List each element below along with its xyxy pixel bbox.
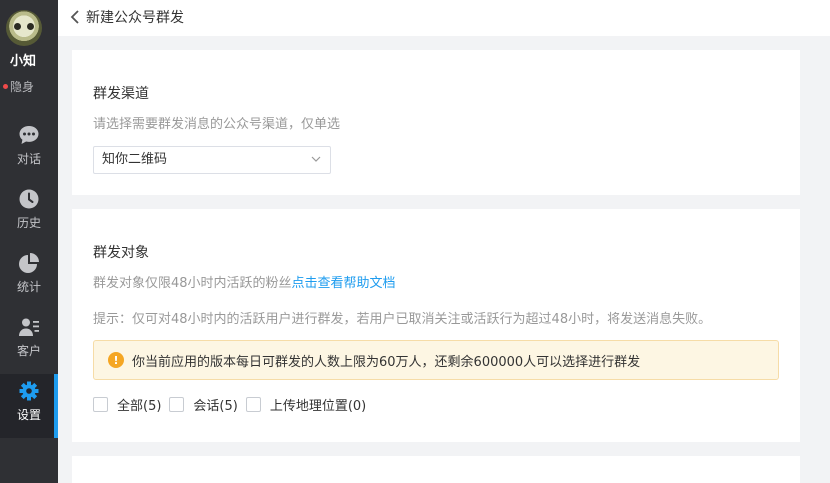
option-session[interactable]: 会话(5) [169,395,238,414]
option-session-label: 会话(5) [193,399,238,414]
option-location[interactable]: 上传地理位置(0) [245,395,367,414]
nav-label-settings: 设置 [16,408,41,422]
nav-label-stats: 统计 [16,280,41,294]
user-status[interactable]: 隐身 [3,78,34,95]
user-list-icon [19,318,39,336]
checkbox-all[interactable] [93,397,108,412]
sidebar: 小知 隐身 对话 历史 统计 客户 设置 [0,0,58,483]
target-tip: 提示：仅可对48小时内的活跃用户进行群发，若用户已取消关注或活跃行为超过48小时… [93,312,712,327]
username: 小知 [9,54,36,69]
nav-label-customers: 客户 [16,344,41,358]
warning-icon: ! [108,352,124,368]
nav-item-history[interactable]: 历史 [0,182,58,246]
quota-notice: ! 你当前应用的版本每日可群发的人数上限为60万人，还剩余600000人可以选择… [93,340,779,380]
avatar[interactable] [6,10,42,46]
target-title: 群发对象 [93,245,149,261]
back-button[interactable]: 新建公众号群发 [70,7,184,27]
checkbox-location[interactable] [245,397,261,412]
top-bar: 新建公众号群发 [58,0,830,36]
target-hint-text: 群发对象仅限48小时内活跃的粉丝 [93,276,292,291]
status-dot-icon [3,84,8,89]
option-all[interactable]: 全部(5) [93,395,161,414]
help-doc-link[interactable]: 点击查看帮助文档 [292,276,396,291]
channel-card: 群发渠道 请选择需要群发消息的公众号渠道，仅单选 知你二维码 [72,50,800,195]
clock-icon [19,189,39,209]
channel-hint: 请选择需要群发消息的公众号渠道，仅单选 [93,117,341,132]
nav-item-chat[interactable]: 对话 [0,118,58,182]
next-card [72,456,800,483]
target-card: 群发对象 群发对象仅限48小时内活跃的粉丝点击查看帮助文档 提示：仅可对48小时… [72,209,800,442]
channel-select-value: 知你二维码 [102,152,168,167]
nav-item-settings[interactable]: 设置 [0,374,58,438]
quota-notice-text: 你当前应用的版本每日可群发的人数上限为60万人，还剩余600000人可以选择进行… [132,354,641,370]
checkbox-session[interactable] [169,397,185,412]
target-options: 全部(5) 会话(5) 上传地理位置(0) [93,395,374,414]
nav-item-stats[interactable]: 统计 [0,246,58,310]
status-label: 隐身 [10,80,35,94]
chat-bubble-icon [19,126,39,144]
channel-title: 群发渠道 [93,86,149,102]
nav-item-customers[interactable]: 客户 [0,310,58,374]
nav-label-history: 历史 [16,216,41,230]
chevron-left-icon [70,10,79,24]
target-hint: 群发对象仅限48小时内活跃的粉丝点击查看帮助文档 [93,272,396,291]
page-title: 新建公众号群发 [86,10,184,26]
chevron-down-icon [311,156,321,162]
option-all-label: 全部(5) [117,399,162,414]
gear-icon [19,381,39,401]
pie-chart-icon [19,253,39,273]
nav-label-chat: 对话 [16,152,41,166]
option-location-label: 上传地理位置(0) [269,399,367,414]
channel-select[interactable]: 知你二维码 [93,146,331,174]
